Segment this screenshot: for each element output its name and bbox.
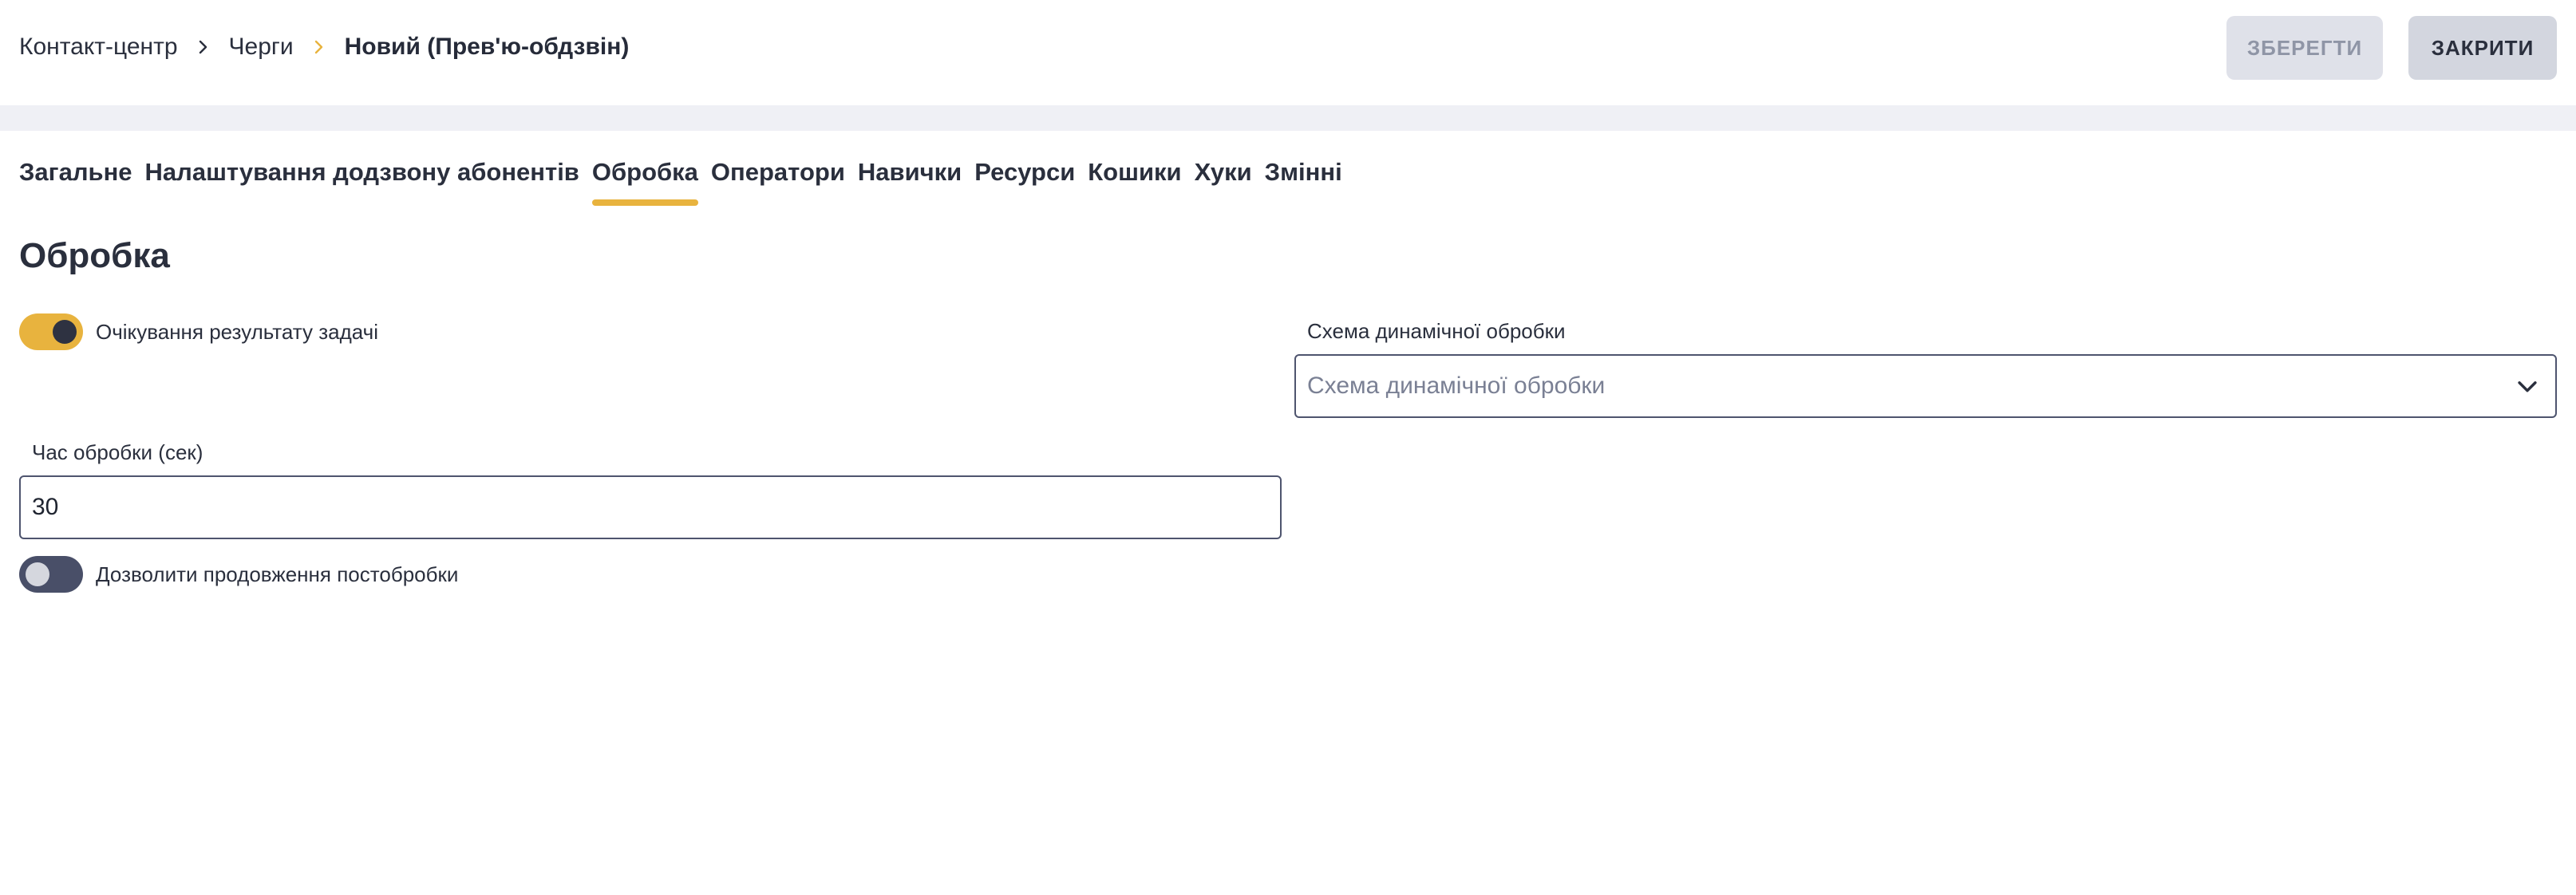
processing-time-label: Час обробки (сек): [32, 440, 203, 464]
tab-hooks[interactable]: Хуки: [1195, 153, 1252, 206]
extend-postprocessing-label: Дозволити продовження постобробки: [96, 562, 459, 586]
dynamic-scheme-label: Схема динамічної обробки: [1307, 319, 1566, 343]
processing-time-value: 30: [32, 494, 59, 520]
close-button[interactable]: ЗАКРИТИ: [2408, 16, 2557, 80]
tab-dialing-settings[interactable]: Налаштування додзвону абонентів: [145, 153, 579, 206]
tab-processing[interactable]: Обробка: [591, 153, 698, 206]
dynamic-scheme-select[interactable]: Схема динамічної обробки: [1294, 354, 2557, 418]
extend-postprocessing-row: Дозволити продовження постобробки: [19, 556, 458, 593]
tab-skills[interactable]: Навички: [858, 153, 962, 206]
tab-general[interactable]: Загальне: [19, 153, 132, 206]
breadcrumb-item-queues[interactable]: Черги: [229, 34, 294, 61]
wait-result-row: Очікування результату задачі: [19, 313, 378, 350]
chevron-down-icon: [2518, 381, 2537, 392]
extend-postprocessing-toggle[interactable]: [19, 556, 83, 593]
wait-result-label: Очікування результату задачі: [96, 319, 378, 344]
chevron-right-icon: [178, 31, 229, 63]
breadcrumb-current: Новий (Прев'ю-обдзвін): [344, 34, 630, 60]
chevron-right-icon: [294, 31, 345, 63]
save-button[interactable]: ЗБЕРЕГТИ: [2226, 16, 2383, 80]
tab-variables[interactable]: Змінні: [1265, 153, 1342, 206]
page-header: Контакт-центр Черги Новий (Прев'ю-обдзві…: [0, 0, 2576, 105]
breadcrumb-item-contact-center[interactable]: Контакт-центр: [19, 34, 178, 61]
processing-time-input[interactable]: 30: [19, 475, 1282, 539]
tab-operators[interactable]: Оператори: [711, 153, 845, 206]
tab-resources[interactable]: Ресурси: [974, 153, 1075, 206]
toggle-knob: [26, 562, 49, 586]
tab-bar: Загальне Налаштування додзвону абонентів…: [19, 153, 1342, 209]
section-title: Обробка: [19, 236, 170, 275]
toggle-knob: [53, 320, 77, 344]
tab-baskets[interactable]: Кошики: [1088, 153, 1181, 206]
header-divider-band: [0, 105, 2576, 131]
breadcrumb: Контакт-центр Черги Новий (Прев'ю-обдзві…: [19, 0, 629, 94]
dynamic-scheme-placeholder: Схема динамічної обробки: [1307, 373, 1606, 399]
wait-result-toggle[interactable]: [19, 313, 83, 350]
